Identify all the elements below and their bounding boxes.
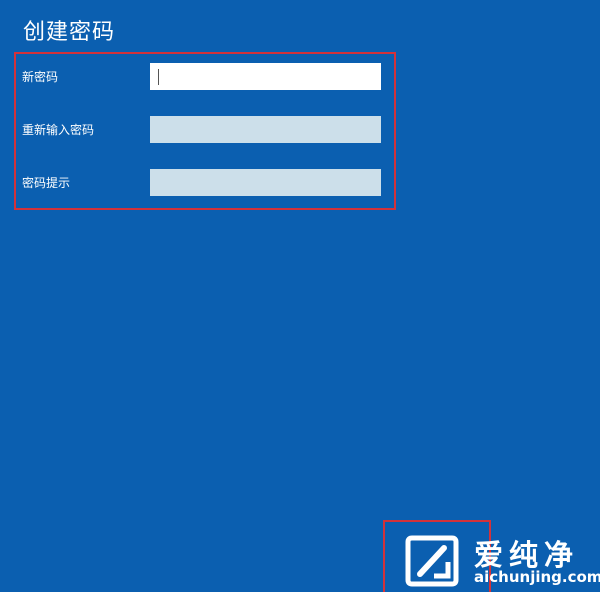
- text-caret: [158, 69, 159, 85]
- aichunjing-logo-icon: [405, 535, 459, 587]
- reenter-password-label: 重新输入密码: [22, 123, 95, 137]
- password-hint-label: 密码提示: [22, 176, 71, 190]
- site-watermark: 爱纯净 aichunjing.com: [398, 530, 600, 592]
- page-title: 创建密码: [23, 20, 116, 45]
- reenter-password-input[interactable]: [150, 116, 381, 143]
- new-password-label: 新密码: [22, 70, 59, 84]
- new-password-input[interactable]: [150, 63, 381, 90]
- watermark-url: aichunjing.com: [474, 568, 600, 586]
- password-hint-input[interactable]: [150, 169, 381, 196]
